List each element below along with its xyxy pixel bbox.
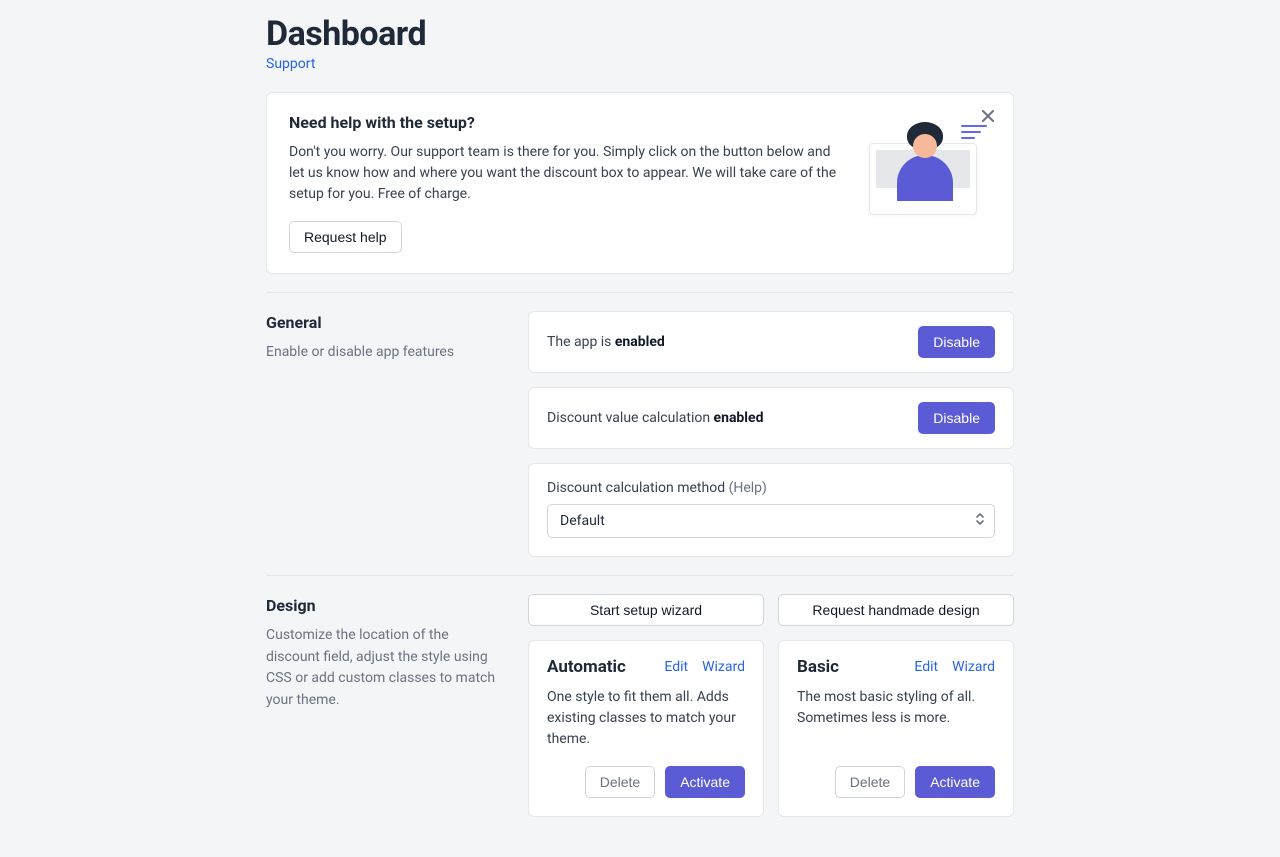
help-body: Don't you worry. Our support team is the… xyxy=(289,142,841,205)
discount-method-select[interactable]: Default xyxy=(547,504,995,538)
request-help-button[interactable]: Request help xyxy=(289,221,402,253)
edit-link[interactable]: Edit xyxy=(664,659,688,675)
wizard-link[interactable]: Wizard xyxy=(952,659,995,675)
discount-method-help-link[interactable]: (Help) xyxy=(729,480,767,496)
wizard-link[interactable]: Wizard xyxy=(702,659,745,675)
design-card-desc: The most basic styling of all. Sometimes… xyxy=(797,687,995,750)
design-heading: Design xyxy=(266,596,504,615)
discount-method-label: Discount calculation method xyxy=(547,480,725,496)
start-setup-wizard-button[interactable]: Start setup wizard xyxy=(528,594,764,626)
disable-app-button[interactable]: Disable xyxy=(918,326,995,358)
divider xyxy=(266,575,1014,576)
activate-button[interactable]: Activate xyxy=(915,766,995,798)
section-design: Design Customize the location of the dis… xyxy=(266,594,1014,817)
page-title: Dashboard xyxy=(266,14,1014,54)
disable-discount-calc-button[interactable]: Disable xyxy=(918,402,995,434)
divider xyxy=(266,292,1014,293)
app-enabled-row: The app is enabled Disable xyxy=(528,311,1014,373)
section-general: General Enable or disable app features T… xyxy=(266,311,1014,557)
design-card-desc: One style to fit them all. Adds existing… xyxy=(547,687,745,750)
support-link[interactable]: Support xyxy=(266,56,315,72)
app-status-text: The app is enabled xyxy=(547,334,665,350)
activate-button[interactable]: Activate xyxy=(665,766,745,798)
discount-calc-status-text: Discount value calculation enabled xyxy=(547,410,763,426)
edit-link[interactable]: Edit xyxy=(914,659,938,675)
discount-calc-row: Discount value calculation enabled Disab… xyxy=(528,387,1014,449)
help-heading: Need help with the setup? xyxy=(289,113,841,132)
general-description: Enable or disable app features xyxy=(266,342,504,364)
design-card-title: Automatic xyxy=(547,657,650,677)
design-card-basic: Basic Edit Wizard The most basic styling… xyxy=(778,640,1014,817)
support-illustration xyxy=(865,119,985,219)
delete-button[interactable]: Delete xyxy=(585,766,655,798)
discount-method-card: Discount calculation method (Help) Defau… xyxy=(528,463,1014,557)
design-card-automatic: Automatic Edit Wizard One style to fit t… xyxy=(528,640,764,817)
request-handmade-design-button[interactable]: Request handmade design xyxy=(778,594,1014,626)
general-heading: General xyxy=(266,313,504,332)
design-description: Customize the location of the discount f… xyxy=(266,625,504,712)
delete-button[interactable]: Delete xyxy=(835,766,905,798)
design-card-title: Basic xyxy=(797,657,900,677)
close-icon[interactable] xyxy=(977,105,999,129)
help-banner: Need help with the setup? Don't you worr… xyxy=(266,92,1014,274)
